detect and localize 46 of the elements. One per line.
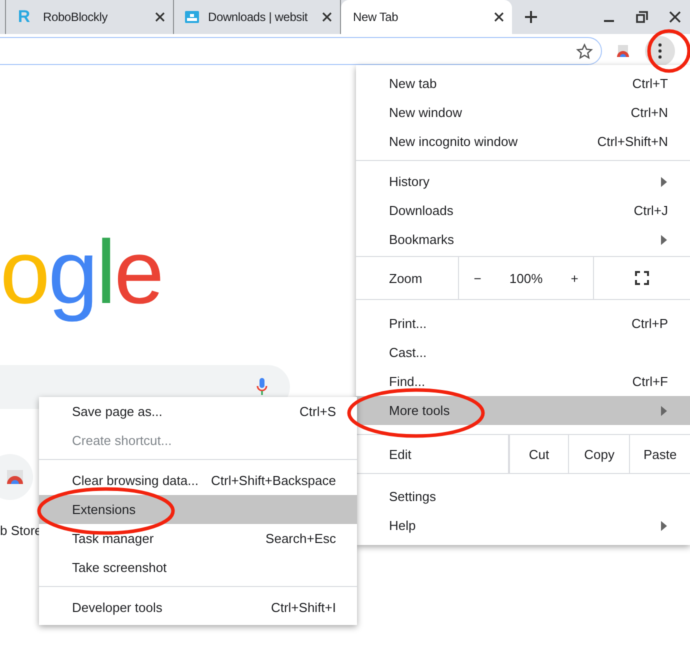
star-icon[interactable]	[576, 42, 593, 60]
edit-button[interactable]: Copy	[568, 435, 630, 473]
extension-icon[interactable]	[615, 43, 631, 59]
close-icon[interactable]	[155, 12, 165, 22]
menu-item[interactable]: Task manager Search+Esc	[39, 524, 357, 553]
menu-item[interactable]: Clear browsing data... Ctrl+Shift+Backspace	[39, 466, 357, 495]
menu-item[interactable]: History	[356, 167, 690, 196]
menu-item[interactable]: Save page as... Ctrl+S	[39, 397, 357, 426]
menu-item[interactable]: New tab Ctrl+T	[356, 69, 690, 98]
edit-button[interactable]: Paste	[629, 435, 690, 473]
browser-tab[interactable]: R RoboBlockly	[5, 0, 173, 34]
close-icon[interactable]	[669, 11, 681, 23]
site-icon	[184, 9, 200, 25]
microphone-icon[interactable]	[256, 377, 268, 397]
menu-item[interactable]: Bookmarks	[356, 225, 690, 254]
shortcut-tile[interactable]	[0, 454, 33, 500]
edit-button[interactable]: Cut	[508, 435, 568, 473]
menu-item[interactable]: Downloads Ctrl+J	[356, 196, 690, 225]
favicon: R	[16, 7, 32, 27]
browser-tab[interactable]: Downloads | websit	[173, 0, 341, 34]
menu-item[interactable]: Developer tools Ctrl+Shift+I	[39, 593, 357, 622]
new-tab-icon[interactable]	[524, 10, 538, 24]
zoom-in-button[interactable]: +	[556, 257, 593, 299]
tab-title: RoboBlockly	[43, 10, 109, 24]
menu-item[interactable]: Take screenshot	[39, 553, 357, 582]
close-icon[interactable]	[494, 12, 504, 22]
menu-item[interactable]: Extensions	[39, 495, 357, 524]
menu-icon	[658, 43, 662, 59]
zoom-out-button[interactable]: −	[459, 257, 496, 299]
menu-item[interactable]: Cast...	[356, 338, 690, 367]
tab-title: New Tab	[353, 10, 400, 24]
menu-item[interactable]: More tools	[356, 396, 690, 425]
web-store-icon	[5, 469, 25, 485]
zoom-label: Zoom	[356, 257, 459, 299]
tab-title: Downloads | websit	[208, 10, 309, 24]
menu-item[interactable]: Help	[356, 511, 690, 540]
restore-icon[interactable]	[636, 11, 648, 23]
menu-item[interactable]: Print... Ctrl+P	[356, 309, 690, 338]
menu-item[interactable]: Find... Ctrl+F	[356, 367, 690, 396]
menu-item[interactable]: New window Ctrl+N	[356, 98, 690, 127]
browser-tab[interactable]: New Tab	[341, 0, 512, 34]
menu-item[interactable]: New incognito window Ctrl+Shift+N	[356, 127, 690, 156]
close-icon[interactable]	[322, 12, 332, 22]
menu-item[interactable]: Settings	[356, 482, 690, 511]
fullscreen-icon[interactable]	[635, 271, 649, 285]
zoom-value: 100%	[508, 270, 544, 288]
